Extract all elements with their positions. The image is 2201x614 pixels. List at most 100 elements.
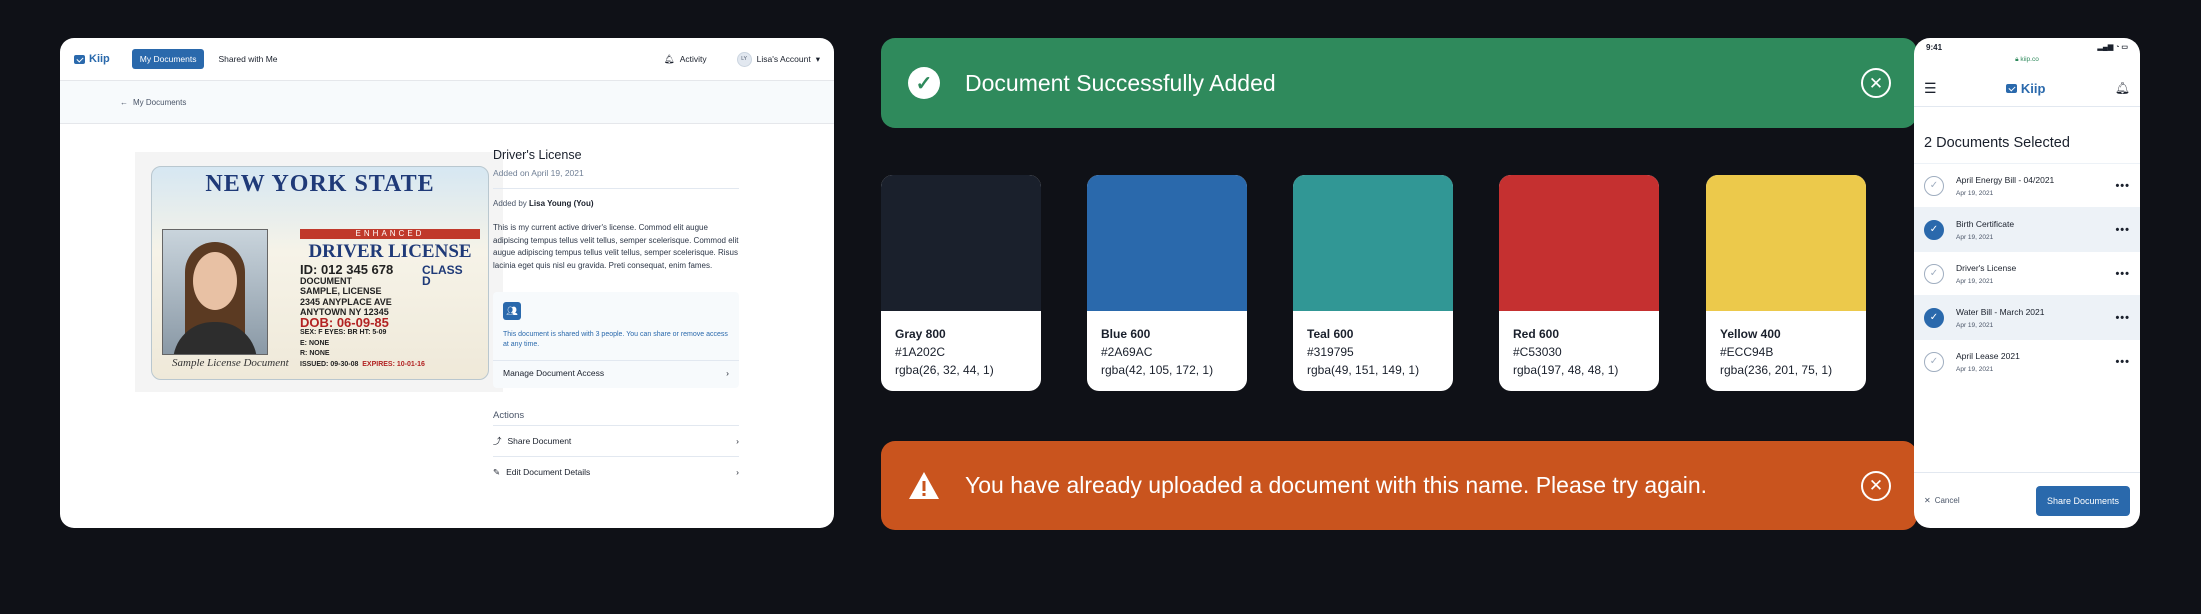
status-bar: 9:41 ▂▄▆ ◔ ▭ [1914,38,2140,56]
warning-message: You have already uploaded a document wit… [965,472,1708,498]
avatar: LY [736,51,752,67]
document-details: Driver's License Added on April 19, 2021… [493,148,739,487]
share-documents-button[interactable]: Share Documents [2035,485,2130,516]
warning-banner: You have already uploaded a document wit… [881,441,1917,530]
color-swatch: Blue 600 #2A69AC rgba(42, 105, 172, 1) [1087,175,1247,391]
people-icon: 👥︎ [503,302,521,320]
activity-link[interactable]: 🔔︎ Activity [664,54,707,65]
warning-icon [907,469,941,503]
mobile-screen: 9:41 ▂▄▆ ◔ ▭ 🔒︎ kiip.co ☰ Kiip 🔔︎ 2 Docu… [1914,38,2140,528]
hamburger-menu-icon[interactable]: ☰ [1924,80,1937,97]
item-date: Apr 19, 2021 [1956,277,1994,285]
color-swatch: Red 600 #C53030 rgba(197, 48, 48, 1) [1499,175,1659,391]
item-name: April Energy Bill - 04/2021 [1956,174,2055,185]
document-description: This is my current active driver's licen… [493,223,739,270]
more-options-icon[interactable]: ••• [2115,356,2130,368]
status-time: 9:41 [1926,42,1943,52]
breadcrumb-link[interactable]: My Documents [133,98,186,107]
cancel-button[interactable]: ✕ Cancel [1924,496,1960,505]
color-swatch: Teal 600 #319795 rgba(49, 151, 149, 1) [1293,175,1453,391]
list-item[interactable]: ✓ April Lease 2021 Apr 19, 2021 ••• [1914,339,2140,383]
pencil-icon: ✎ [493,466,501,477]
list-item[interactable]: ✓ April Energy Bill - 04/2021 Apr 19, 2021… [1914,163,2140,207]
id-enhanced: ENHANCED [300,229,480,239]
logo-text: Kiip [89,53,110,65]
close-icon[interactable]: ✕ [1861,470,1891,501]
more-options-icon[interactable]: ••• [2115,224,2130,236]
success-message: Document Successfully Added [965,69,1276,96]
list-item[interactable]: ✓ Water Bill - March 2021 Apr 19, 2021 ••• [1914,295,2140,339]
chevron-right-icon: › [726,368,729,378]
document-title: Driver's License [493,148,582,162]
kiip-logo[interactable]: Kiip [2005,81,2045,96]
color-swatch: Gray 800 #1A202C rgba(26, 32, 44, 1) [881,175,1041,391]
edit-document-action[interactable]: ✎ Edit Document Details › [493,456,739,487]
arrow-left-icon[interactable]: ← [120,98,128,107]
document-preview: NEW YORK STATE ENHANCED DRIVER LICENSE I… [135,152,503,392]
added-by: Added by Lisa Young (You) [493,199,594,208]
checkbox-icon[interactable]: ✓ [1924,219,1944,240]
item-date: Apr 19, 2021 [1956,233,1994,241]
manage-access-button[interactable]: Manage Document Access › [503,368,729,378]
kiip-logo-icon [2005,83,2017,93]
chevron-down-icon: ▾ [815,53,820,64]
check-circle-icon: ✓ [907,66,941,100]
more-options-icon[interactable]: ••• [2115,268,2130,280]
id-title: DRIVER LICENSE [308,241,472,262]
activity-label: Activity [679,54,707,64]
close-icon: ✕ [1924,496,1931,505]
kiip-logo-icon [74,54,85,64]
list-item[interactable]: ✓ Birth Certificate Apr 19, 2021 ••• [1914,207,2140,251]
more-options-icon[interactable]: ••• [2115,180,2130,192]
document-list: ✓ April Energy Bill - 04/2021 Apr 19, 2021… [1914,163,2140,383]
share-document-action[interactable]: ⤴ Share Document › [493,425,739,456]
url-bar[interactable]: 🔒︎ kiip.co [1914,56,2140,70]
share-icon: ⤴ [493,436,502,446]
checkbox-icon[interactable]: ✓ [1924,307,1944,328]
swatch-color [1499,175,1659,311]
breadcrumb: ← My Documents [60,81,834,124]
account-label: Lisa's Account [756,54,811,64]
share-note: This document is shared with 3 people. Y… [503,331,728,348]
id-fields: ID: 012 345 678 CLASS D DOCUMENT SAMPLE,… [300,262,463,368]
desktop-window: Kiip My Documents Shared with Me 🔔︎ Acti… [60,38,834,528]
added-on: Added on April 19, 2021 [493,168,584,178]
color-swatch: Yellow 400 #ECC94B rgba(236, 201, 75, 1) [1706,175,1866,391]
actions-heading: Actions [493,410,525,421]
bell-icon[interactable]: 🔔︎ [2115,81,2130,95]
my-documents-tab[interactable]: My Documents [131,49,205,69]
signal-battery-icon: ▂▄▆ ◔ ▭ [2097,44,2128,51]
item-date: Apr 19, 2021 [1956,321,1994,329]
item-name: Birth Certificate [1956,218,2015,229]
selection-title: 2 Documents Selected [1924,135,2070,151]
mobile-footer: ✕ Cancel Share Documents [1914,472,2140,528]
shared-with-me-tab[interactable]: Shared with Me [218,54,277,64]
checkbox-icon[interactable]: ✓ [1924,175,1944,196]
account-menu[interactable]: LY Lisa's Account ▾ [736,51,820,67]
sharing-panel: 👥︎ This document is shared with 3 people… [493,292,739,388]
bell-icon: 🔔︎ [663,53,675,64]
chevron-right-icon: › [736,436,739,446]
checkbox-icon[interactable]: ✓ [1924,263,1944,284]
checkbox-icon[interactable]: ✓ [1924,351,1944,372]
id-state: NEW YORK STATE [205,171,435,197]
swatch-color [1087,175,1247,311]
top-nav: Kiip My Documents Shared with Me 🔔︎ Acti… [60,38,834,81]
id-signature: Sample License Document [172,357,289,369]
success-banner: ✓ Document Successfully Added ✕ [881,38,1917,128]
item-date: Apr 19, 2021 [1956,365,1994,373]
kiip-logo[interactable]: Kiip [74,53,110,65]
swatch-color [1293,175,1453,311]
close-icon[interactable]: ✕ [1861,68,1891,98]
item-date: Apr 19, 2021 [1956,189,1994,197]
swatch-color [881,175,1041,311]
item-name: Driver's License [1956,262,2017,273]
chevron-right-icon: › [736,467,739,477]
id-card-image: NEW YORK STATE ENHANCED DRIVER LICENSE I… [151,166,489,380]
more-options-icon[interactable]: ••• [2115,312,2130,324]
item-name: Water Bill - March 2021 [1956,306,2045,317]
id-photo [162,229,268,355]
list-item[interactable]: ✓ Driver's License Apr 19, 2021 ••• [1914,251,2140,295]
mobile-header: ☰ Kiip 🔔︎ [1914,70,2140,107]
item-name: April Lease 2021 [1956,350,2020,361]
